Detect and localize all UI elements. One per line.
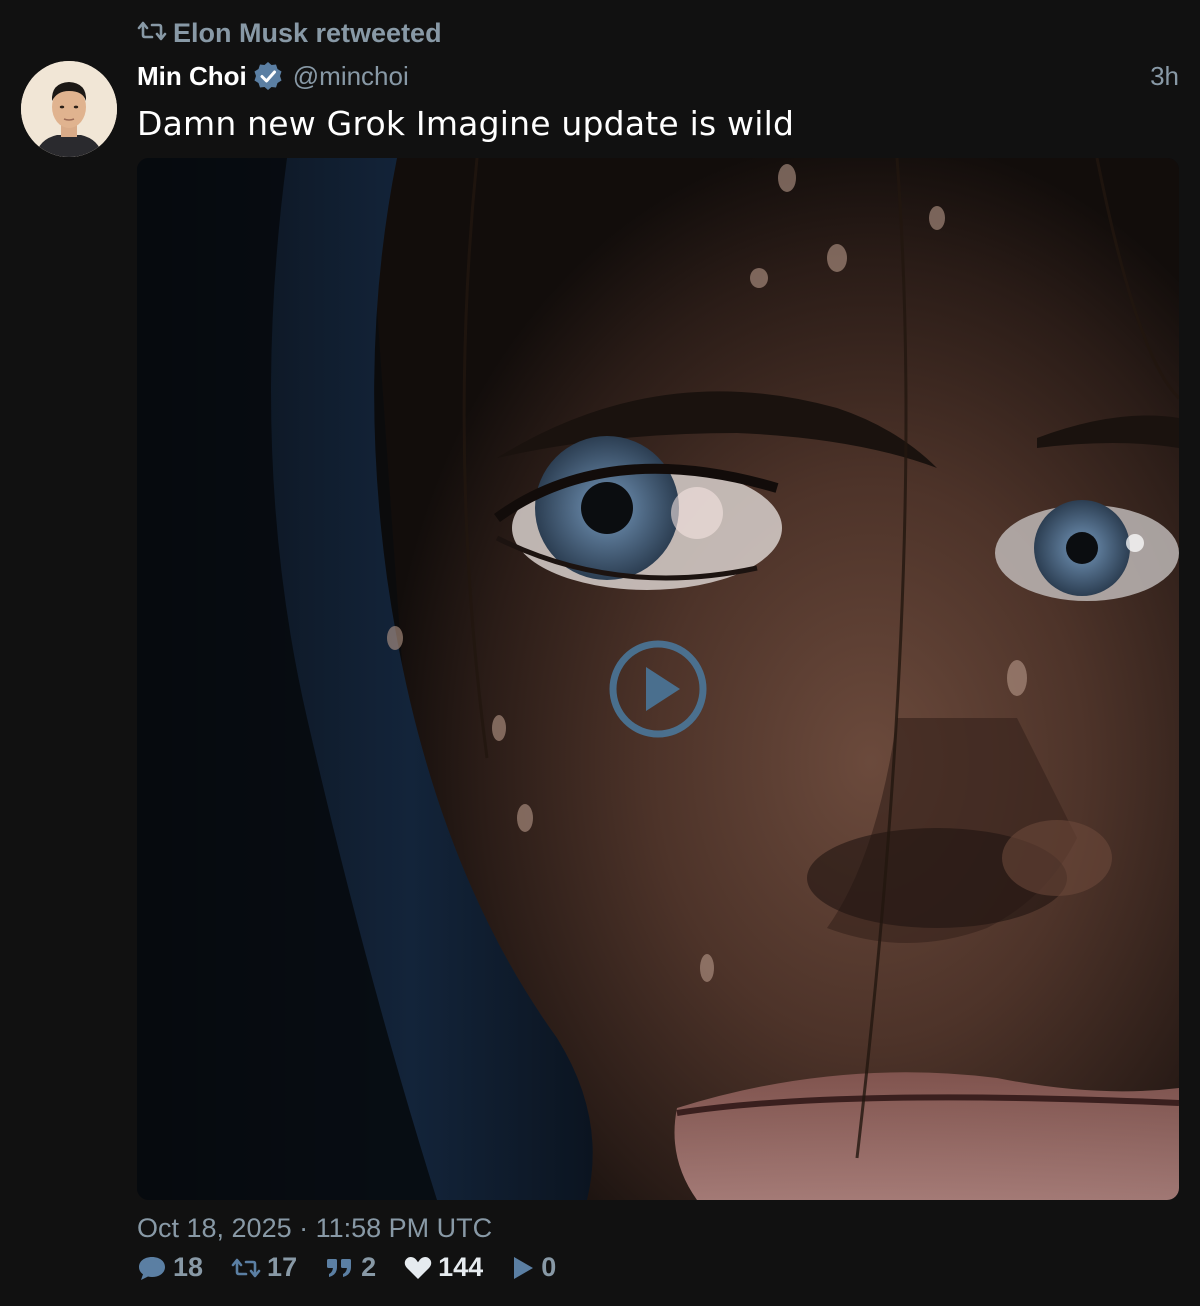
like-count: 144 (438, 1252, 484, 1282)
tweet-date[interactable]: Oct 18, 2025 · 11:58 PM UTC (137, 1213, 492, 1244)
tweet-actions: 18 17 2 144 0 (137, 1252, 556, 1283)
tweet-card[interactable]: Elon Musk retweeted Min Choi @minchoi 3h… (0, 0, 1200, 1306)
retweet-count: 17 (267, 1252, 298, 1282)
view-count: 0 (541, 1252, 557, 1282)
play-icon (609, 640, 707, 738)
play-button[interactable] (608, 639, 708, 739)
video-media[interactable] (137, 158, 1179, 1200)
retweet-banner[interactable]: Elon Musk retweeted (137, 18, 442, 49)
retweet-icon (231, 1258, 261, 1277)
avatar[interactable] (21, 61, 117, 157)
retweet-button[interactable]: 17 (231, 1252, 297, 1283)
reply-button[interactable]: 18 (137, 1252, 203, 1283)
quote-count: 2 (361, 1252, 377, 1282)
views-button[interactable]: 0 (511, 1252, 556, 1283)
like-button[interactable]: 144 (404, 1252, 483, 1283)
retweet-icon (137, 18, 167, 49)
reply-icon (139, 1256, 165, 1280)
verified-badge-icon (253, 61, 283, 91)
tweet-text: Damn new Grok Imagine update is wild (137, 104, 795, 143)
relative-timestamp[interactable]: 3h (1150, 61, 1179, 92)
heart-icon (404, 1256, 432, 1279)
quote-icon (327, 1258, 352, 1277)
author-handle[interactable]: @minchoi (293, 61, 409, 92)
tweet-header: Min Choi @minchoi 3h (137, 58, 1179, 94)
quote-button[interactable]: 2 (325, 1252, 376, 1283)
retweet-label: Elon Musk retweeted (173, 18, 442, 48)
play-icon (514, 1256, 534, 1279)
author-display-name[interactable]: Min Choi (137, 61, 247, 92)
reply-count: 18 (173, 1252, 204, 1282)
